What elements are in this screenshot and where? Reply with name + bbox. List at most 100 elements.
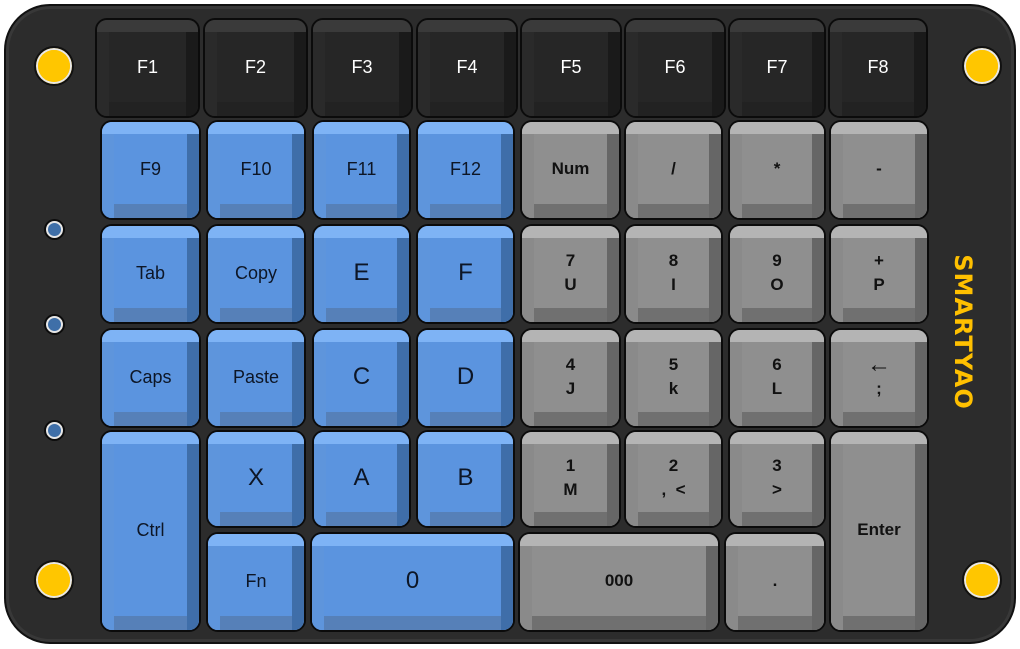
key-minus[interactable]: - — [829, 120, 929, 220]
keycap-face: . — [738, 546, 812, 616]
keycap-face: 4J — [534, 342, 607, 412]
key-label: 0 — [405, 567, 420, 594]
key-label: 000 — [604, 571, 634, 590]
key-paste[interactable]: Paste — [206, 328, 306, 428]
key-6l[interactable]: 6L — [728, 328, 826, 428]
key-label: B — [457, 464, 474, 491]
key-label: F7 — [766, 57, 788, 77]
key-d[interactable]: D — [416, 328, 515, 428]
key-sublabel: , < — [661, 480, 686, 499]
key-f[interactable]: F — [416, 224, 515, 324]
key-label: 1 — [565, 456, 576, 475]
key-2comma[interactable]: 2 , < — [624, 430, 723, 528]
key-f8[interactable]: F8 — [828, 18, 928, 118]
key-label: + — [874, 251, 884, 270]
key-3gt[interactable]: 3 > — [728, 430, 826, 528]
key-4j[interactable]: 4J — [520, 328, 621, 428]
keycap-face: 8I — [638, 238, 709, 308]
key-label: F2 — [244, 57, 266, 77]
key-7u[interactable]: 7U — [520, 224, 621, 324]
key-label: F9 — [139, 159, 161, 179]
screw-top-right — [962, 46, 1002, 86]
key-b[interactable]: B — [416, 430, 515, 528]
key-sublabel: ; — [876, 379, 882, 398]
key-tab[interactable]: Tab — [100, 224, 201, 324]
key-label: Enter — [857, 520, 901, 539]
key-9o[interactable]: 9O — [728, 224, 826, 324]
key-x[interactable]: X — [206, 430, 306, 528]
key-label: E — [353, 259, 370, 286]
key-label: 2 — [668, 456, 679, 475]
key-f10[interactable]: F10 — [206, 120, 306, 220]
key-copy[interactable]: Copy — [206, 224, 306, 324]
key-label: Fn — [245, 571, 267, 591]
keycap-face: Caps — [114, 342, 187, 412]
screw-top-left — [34, 46, 74, 86]
key-f4[interactable]: F4 — [416, 18, 518, 118]
key-caps[interactable]: Caps — [100, 328, 201, 428]
keycap-face: F6 — [638, 32, 712, 102]
key-label: F10 — [240, 159, 272, 179]
key-1m[interactable]: 1M — [520, 430, 621, 528]
key-f2[interactable]: F2 — [203, 18, 308, 118]
keycap-face: F — [430, 238, 501, 308]
keycap-face: F1 — [109, 32, 186, 102]
key-label: 7 — [565, 251, 576, 270]
key-label: F4 — [456, 57, 478, 77]
key-sublabel: O — [770, 275, 784, 294]
key-f3[interactable]: F3 — [311, 18, 413, 118]
key-f7[interactable]: F7 — [728, 18, 826, 118]
key-fn[interactable]: Fn — [206, 532, 306, 632]
keycap-face: Fn — [220, 546, 292, 616]
key-asterisk[interactable]: * — [728, 120, 826, 220]
key-triple-zero[interactable]: 000 — [518, 532, 720, 632]
key-f5[interactable]: F5 — [520, 18, 622, 118]
key-e[interactable]: E — [312, 224, 411, 324]
key-label: F5 — [560, 57, 582, 77]
keycap-face: Paste — [220, 342, 292, 412]
key-f1[interactable]: F1 — [95, 18, 200, 118]
key-slash[interactable]: / — [624, 120, 723, 220]
keycap-face: 000 — [532, 546, 706, 616]
key-ctrl[interactable]: Ctrl — [100, 430, 201, 632]
screw-bottom-right — [962, 560, 1002, 600]
keycap-face: Num — [534, 134, 607, 204]
key-sublabel: U — [564, 275, 577, 294]
key-plus-p[interactable]: + P — [829, 224, 929, 324]
key-f6[interactable]: F6 — [624, 18, 726, 118]
key-f11[interactable]: F11 — [312, 120, 411, 220]
key-enter[interactable]: Enter — [829, 430, 929, 632]
key-num[interactable]: Num — [520, 120, 621, 220]
key-8i[interactable]: 8I — [624, 224, 723, 324]
key-5k[interactable]: 5k — [624, 328, 723, 428]
key-zero[interactable]: 0 — [310, 532, 515, 632]
key-f9[interactable]: F9 — [100, 120, 201, 220]
keycap-face: 7U — [534, 238, 607, 308]
keycap-face: D — [430, 342, 501, 412]
keycap-face: F2 — [217, 32, 294, 102]
key-label: A — [353, 464, 370, 491]
key-label: Num — [551, 159, 590, 178]
key-label: 4 — [565, 355, 576, 374]
keycap-face: F5 — [534, 32, 608, 102]
key-backspace[interactable]: ←; — [829, 328, 929, 428]
keycap-face: 3 > — [742, 444, 812, 512]
keycap-face: 6L — [742, 342, 812, 412]
keycap-face: Enter — [843, 444, 915, 616]
keycap-face: F4 — [430, 32, 504, 102]
key-label: Ctrl — [136, 520, 165, 540]
keycap-face: F7 — [742, 32, 812, 102]
keycap-face: * — [742, 134, 812, 204]
key-sublabel: I — [671, 275, 676, 294]
keycap-face: E — [326, 238, 397, 308]
key-f12[interactable]: F12 — [416, 120, 515, 220]
key-a[interactable]: A — [312, 430, 411, 528]
key-label: 3 — [772, 456, 782, 475]
keycap-face: C — [326, 342, 397, 412]
key-c[interactable]: C — [312, 328, 411, 428]
key-label: F8 — [867, 57, 889, 77]
led-indicator-2 — [46, 316, 63, 333]
key-label: F6 — [664, 57, 686, 77]
keycap-face: F3 — [325, 32, 399, 102]
key-dot[interactable]: . — [724, 532, 826, 632]
